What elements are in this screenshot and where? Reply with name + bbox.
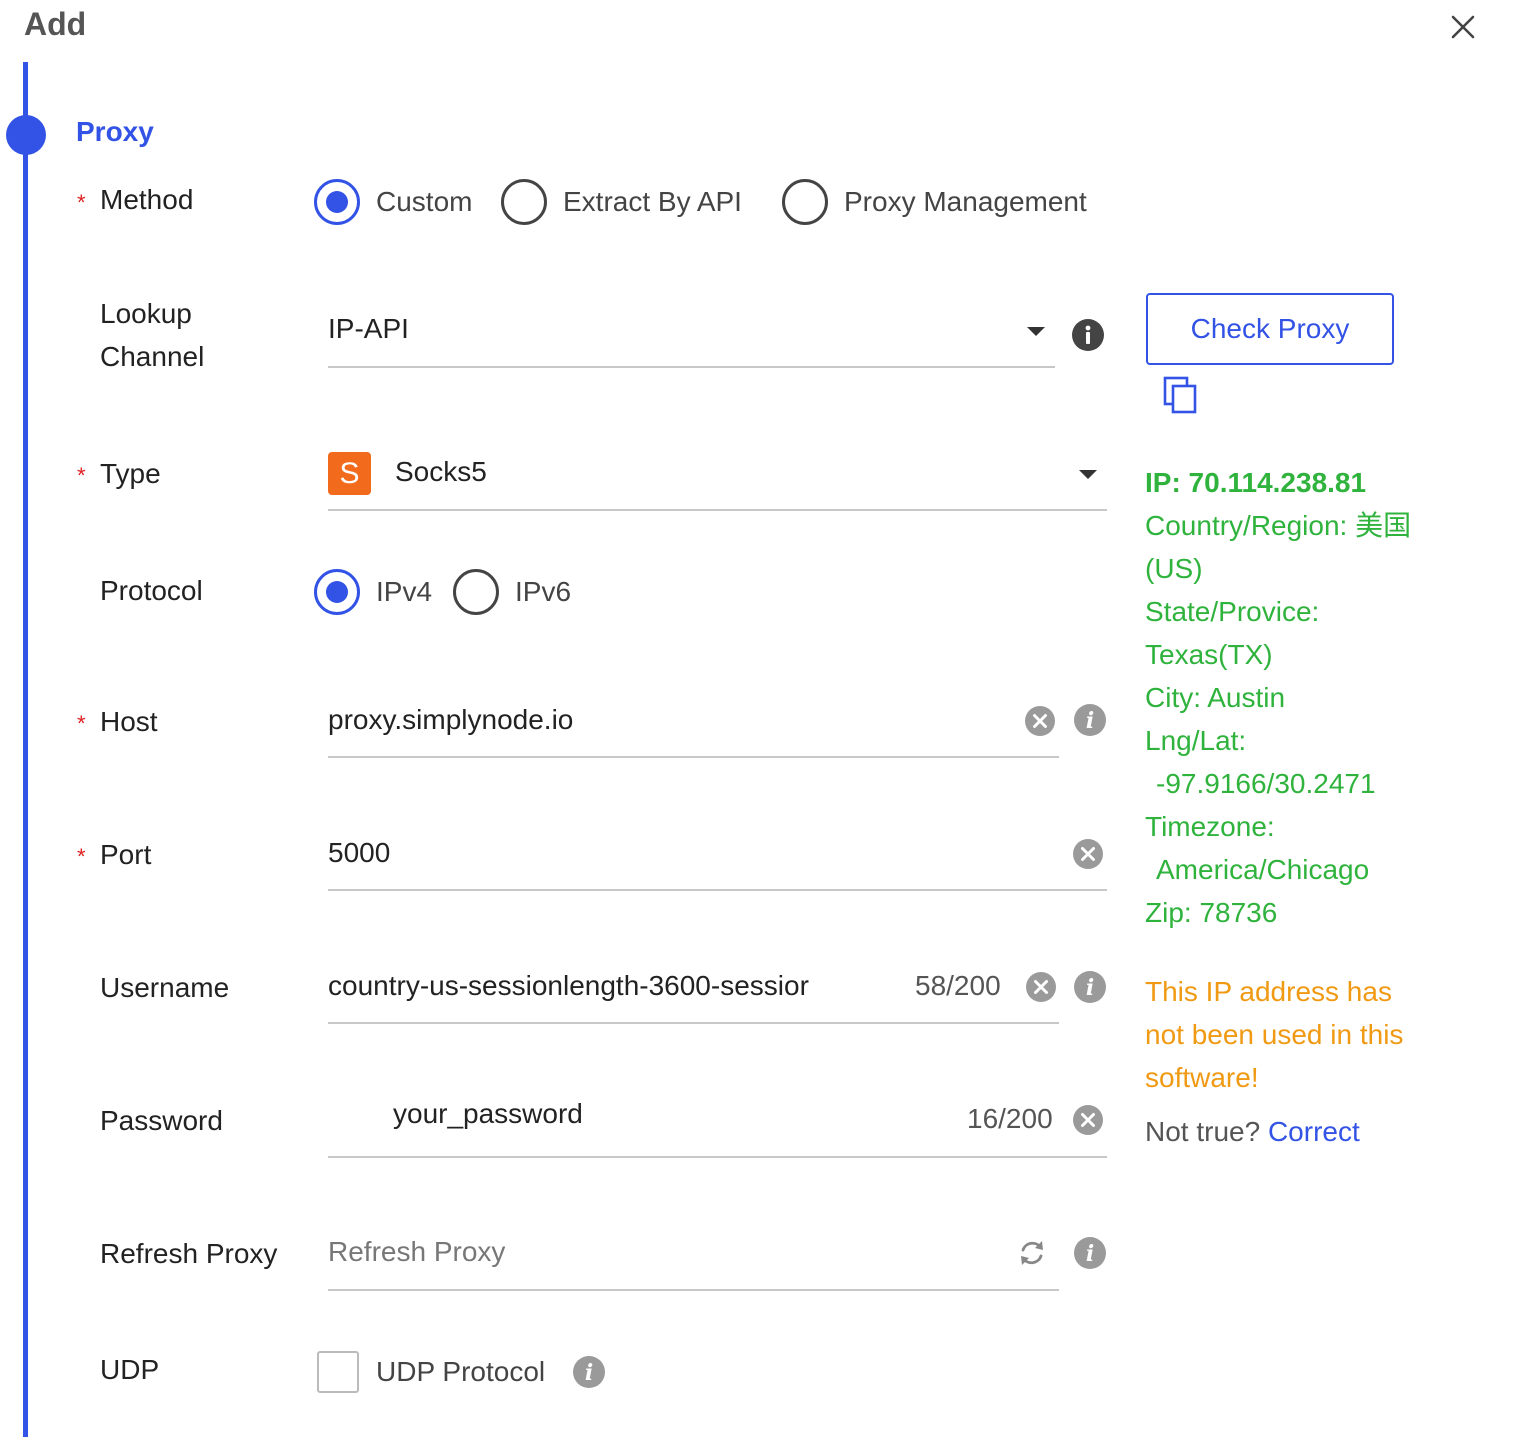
host-input[interactable]: proxy.simplynode.io: [328, 704, 573, 736]
method-radio-proxy-management[interactable]: [782, 179, 828, 225]
udp-info-icon[interactable]: i: [572, 1355, 606, 1389]
step-timeline: [23, 62, 28, 1437]
port-input[interactable]: 5000: [328, 837, 390, 869]
method-label: Method: [100, 184, 194, 215]
section-title-proxy: Proxy: [76, 116, 154, 147]
password-clear-icon[interactable]: [1072, 1104, 1104, 1136]
state-value: Texas(TX): [1145, 639, 1273, 670]
method-radio-custom[interactable]: [314, 179, 360, 225]
udp-protocol-label[interactable]: UDP Protocol: [376, 1352, 545, 1392]
type-chevron-down-icon[interactable]: [1079, 470, 1097, 479]
protocol-radio-ipv6[interactable]: [453, 569, 499, 615]
country-region: Country/Region: 美国: [1145, 510, 1412, 541]
add-proxy-dialog: Add Proxy * Method Custom Extract By API…: [0, 0, 1520, 1437]
method-radio-extract-by-api[interactable]: [501, 179, 547, 225]
warning-line2: not been used in this: [1145, 1019, 1404, 1050]
username-clear-icon[interactable]: [1025, 971, 1057, 1003]
svg-text:i: i: [585, 1360, 593, 1386]
correct-link[interactable]: Correct: [1268, 1116, 1360, 1147]
password-char-counter: 16/200: [967, 1103, 1053, 1134]
svg-text:i: i: [1086, 1241, 1094, 1267]
country-code: (US): [1145, 553, 1203, 584]
method-option-extract-by-api[interactable]: Extract By API: [563, 179, 742, 225]
type-label: Type: [100, 458, 161, 489]
username-info-icon[interactable]: i: [1073, 970, 1107, 1004]
step-dot: [6, 115, 46, 155]
close-icon[interactable]: [1448, 12, 1478, 42]
protocol-option-ipv6[interactable]: IPv6: [515, 569, 571, 615]
method-option-custom[interactable]: Custom: [376, 179, 472, 225]
copy-icon[interactable]: [1162, 376, 1198, 414]
lookup-info-icon[interactable]: [1071, 318, 1105, 352]
warning-line1: This IP address has: [1145, 976, 1392, 1007]
warning-line3: software!: [1145, 1062, 1259, 1093]
state-label: State/Provice:: [1145, 596, 1320, 627]
lookup-channel-select[interactable]: IP-API: [328, 313, 409, 345]
lnglat-label: Lng/Lat:: [1145, 725, 1247, 756]
method-option-proxy-management[interactable]: Proxy Management: [844, 179, 1087, 225]
lookup-channel-label-line2: Channel: [100, 341, 205, 372]
refresh-proxy-info-icon[interactable]: i: [1073, 1236, 1107, 1270]
udp-protocol-checkbox[interactable]: [317, 1351, 359, 1393]
refresh-proxy-label: Refresh Proxy: [100, 1238, 278, 1269]
zip: Zip: 78736: [1145, 897, 1278, 928]
refresh-proxy-input[interactable]: Refresh Proxy: [328, 1236, 505, 1268]
svg-text:i: i: [1086, 708, 1094, 734]
refresh-icon[interactable]: [1016, 1237, 1048, 1269]
type-select[interactable]: Socks5: [395, 456, 487, 488]
timezone-value: America/Chicago: [1156, 854, 1370, 885]
port-underline: [328, 889, 1107, 891]
lnglat-value: -97.9166/30.2471: [1156, 768, 1376, 799]
ip-address: IP: 70.114.238.81: [1145, 467, 1367, 498]
protocol-radio-ipv4[interactable]: [314, 569, 360, 615]
required-marker: *: [77, 711, 86, 736]
password-label: Password: [100, 1105, 223, 1136]
dialog-title: Add: [24, 6, 87, 42]
host-label: Host: [100, 706, 158, 737]
required-marker: *: [77, 190, 86, 215]
port-label: Port: [100, 839, 152, 870]
not-true-row: Not true? Correct: [1145, 1112, 1360, 1152]
username-input[interactable]: country-us-sessionlength-3600-sessior: [328, 970, 902, 1002]
socks5-badge-icon: S: [328, 452, 371, 495]
username-label: Username: [100, 972, 230, 1003]
lookup-chevron-down-icon[interactable]: [1027, 327, 1045, 336]
lookup-channel-label: Lookup Channel: [100, 292, 204, 378]
not-true-text: Not true?: [1145, 1116, 1261, 1147]
required-marker: *: [77, 463, 86, 488]
refresh-proxy-underline: [328, 1289, 1059, 1291]
protocol-label: Protocol: [100, 575, 203, 606]
required-marker: *: [77, 844, 86, 869]
username-char-counter: 58/200: [915, 970, 1001, 1001]
password-input[interactable]: your_password: [393, 1098, 583, 1130]
protocol-option-ipv4[interactable]: IPv4: [376, 569, 432, 615]
host-underline: [328, 756, 1059, 758]
port-clear-icon[interactable]: [1072, 838, 1104, 870]
udp-label: UDP: [100, 1354, 160, 1385]
password-underline: [328, 1156, 1107, 1158]
city: City: Austin: [1145, 682, 1286, 713]
type-underline: [328, 509, 1107, 511]
timezone-label: Timezone:: [1145, 811, 1275, 842]
username-underline: [328, 1022, 1059, 1024]
unused-ip-warning: This IP address has not been used in thi…: [1145, 970, 1485, 1099]
ip-info-panel: IP: 70.114.238.81 Country/Region: 美国 (US…: [1145, 461, 1485, 934]
host-clear-icon[interactable]: [1024, 705, 1056, 737]
lookup-channel-label-line1: Lookup: [100, 298, 192, 329]
host-info-icon[interactable]: i: [1073, 703, 1107, 737]
svg-text:i: i: [1086, 975, 1094, 1001]
check-proxy-button[interactable]: Check Proxy: [1146, 293, 1394, 365]
lookup-underline: [328, 366, 1055, 368]
